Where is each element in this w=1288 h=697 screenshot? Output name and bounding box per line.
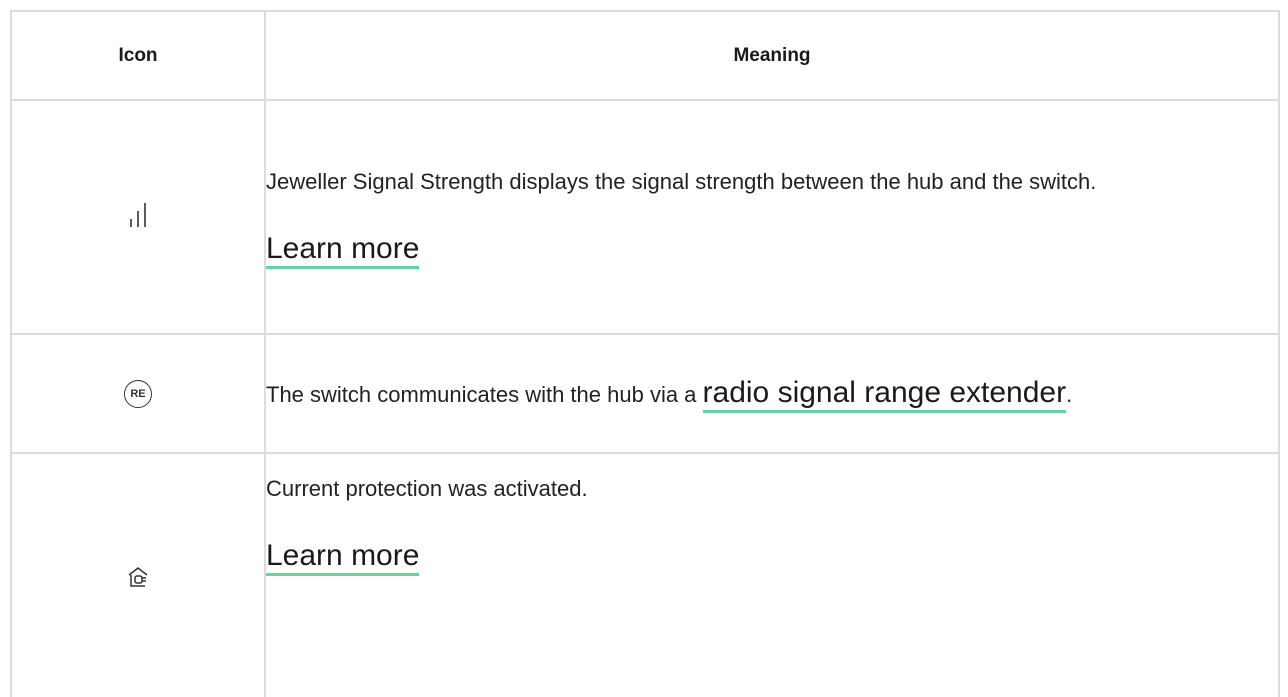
meaning-text: Current protection was activated.: [266, 476, 588, 501]
table-row: RE The switch communicates with the hub …: [10, 333, 1280, 454]
header-meaning: Meaning: [264, 10, 1280, 101]
page: Icon Meaning Jeweller Signal Strength di…: [0, 0, 1288, 697]
signal-strength-icon: [123, 202, 153, 233]
header-icon: Icon: [10, 10, 266, 101]
meaning-text: Jeweller Signal Strength displays the si…: [266, 169, 1097, 194]
learn-more-link[interactable]: Learn more: [266, 232, 420, 269]
table-row: Current protection was activated. Learn …: [10, 452, 1280, 697]
learn-more-link[interactable]: Learn more: [266, 539, 420, 576]
range-extender-icon: RE: [124, 379, 152, 408]
range-extender-link[interactable]: radio signal range extender: [702, 375, 1067, 413]
current-protection-icon: [126, 565, 150, 594]
icon-cell: [10, 99, 266, 335]
meaning-cell: Jeweller Signal Strength displays the si…: [264, 99, 1280, 335]
table-header-row: Icon Meaning: [10, 10, 1280, 101]
meaning-cell: The switch communicates with the hub via…: [264, 333, 1280, 454]
meaning-cell: Current protection was activated. Learn …: [264, 452, 1280, 697]
meaning-text-after: .: [1066, 381, 1073, 407]
icon-cell: RE: [10, 333, 266, 454]
table-row: Jeweller Signal Strength displays the si…: [10, 99, 1280, 335]
icons-table: Icon Meaning Jeweller Signal Strength di…: [10, 10, 1280, 697]
icon-cell: [10, 452, 266, 697]
meaning-text-before: The switch communicates with the hub via…: [266, 381, 703, 407]
